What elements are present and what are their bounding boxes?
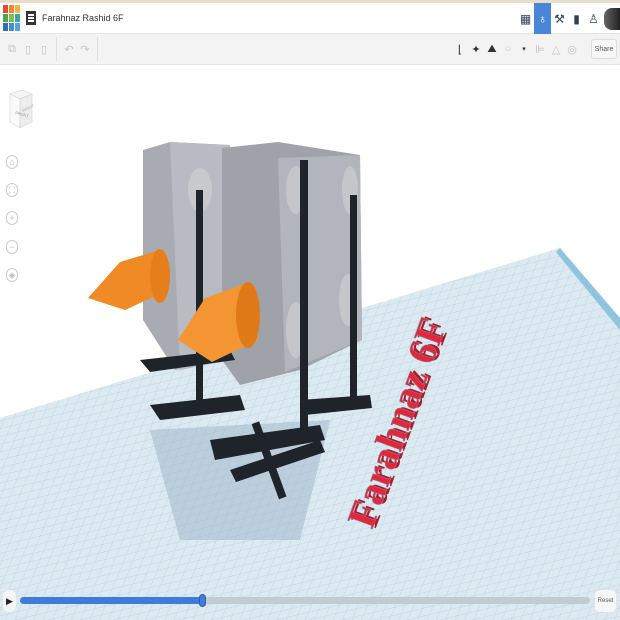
user-add-icon[interactable]: ♙ xyxy=(585,3,602,34)
logo-tile xyxy=(3,23,8,31)
logo-tile xyxy=(3,5,8,13)
logo-tile xyxy=(15,14,20,22)
mirror-icon[interactable]: △ xyxy=(548,43,564,56)
simulation-timeline-slider[interactable] xyxy=(20,594,590,607)
logo-tile xyxy=(9,5,14,13)
document-icon[interactable] xyxy=(26,11,36,25)
logo-tile xyxy=(15,5,20,13)
orange-cone-front-base xyxy=(236,282,260,348)
timeline-thumb[interactable] xyxy=(199,594,207,607)
toolbar: ⧉ ▯ ▯ ↶ ↷ ⌊ ✦ ⛰ ○ ▾ ⊫ △ ◎ Share xyxy=(0,34,620,65)
paste-icon[interactable]: ▯ xyxy=(20,43,36,56)
zoom-out-icon[interactable]: − xyxy=(6,240,18,254)
light-icon[interactable]: ○ xyxy=(500,43,516,55)
undo-icon[interactable]: ↶ xyxy=(61,43,77,56)
timeline-progress xyxy=(20,597,203,604)
delete-icon[interactable]: ▯ xyxy=(36,43,52,56)
share-button[interactable]: Share xyxy=(591,39,617,59)
grid-icon[interactable]: ▦ xyxy=(517,3,534,34)
play-icon: ▶ xyxy=(6,595,13,606)
align-icon[interactable]: ⊫ xyxy=(532,43,548,56)
avatar[interactable] xyxy=(604,7,620,30)
simulate-icon[interactable]: ♁ xyxy=(534,3,551,34)
fit-icon[interactable]: ⛶ xyxy=(6,183,18,197)
play-button[interactable]: ▶ xyxy=(3,590,16,612)
top-bar: Farahnaz Rashid 6F ▦ ♁ ⚒ ▮ ♙ xyxy=(0,0,620,34)
logo-tile xyxy=(9,14,14,22)
view-cube[interactable]: FRONT RIGHT xyxy=(8,88,34,130)
reset-button[interactable]: Reset xyxy=(595,590,616,612)
copy-icon[interactable]: ⧉ xyxy=(4,43,20,56)
logo-tile xyxy=(15,23,20,31)
notes-icon[interactable]: ⛰ xyxy=(484,43,500,56)
perspective-icon[interactable]: ◈ xyxy=(6,268,18,282)
chevron-down-icon[interactable]: ▾ xyxy=(516,45,532,53)
ruler-icon[interactable]: ⌊ xyxy=(452,43,468,56)
divider xyxy=(97,37,98,61)
bricks-icon[interactable]: ▮ xyxy=(568,3,585,34)
tools-icon[interactable]: ⚒ xyxy=(551,3,568,34)
orange-cone-back-base xyxy=(150,249,170,303)
zoom-in-icon[interactable]: + xyxy=(6,211,18,225)
group-icon[interactable]: ◎ xyxy=(564,43,580,56)
3d-workplane-viewport[interactable]: Farahnaz 6F Farahnaz 6F xyxy=(0,66,620,620)
logo-tile xyxy=(3,14,8,22)
divider xyxy=(56,37,57,61)
redo-icon[interactable]: ↷ xyxy=(77,43,93,56)
logo-tile xyxy=(9,23,14,31)
home-icon[interactable]: ⌂ xyxy=(6,155,18,169)
project-title[interactable]: Farahnaz Rashid 6F xyxy=(42,13,124,23)
tinkercad-logo[interactable] xyxy=(3,5,20,31)
physics-icon[interactable]: ✦ xyxy=(468,43,484,56)
